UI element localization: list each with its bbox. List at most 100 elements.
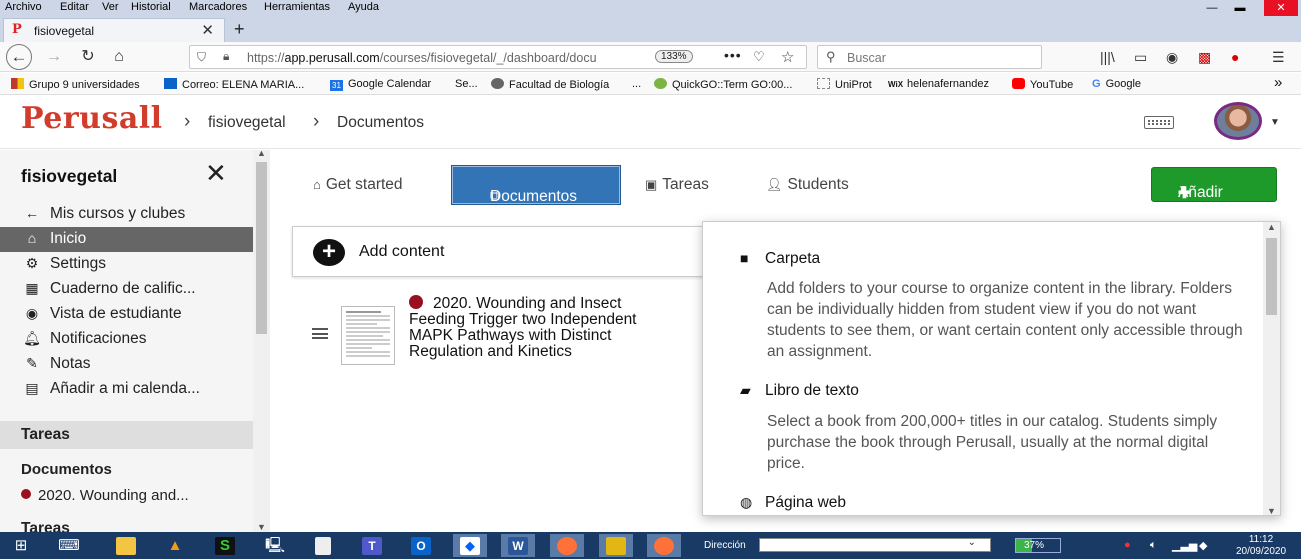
bookmark-youtube[interactable]: YouTube — [1012, 78, 1073, 91]
menu-ayuda[interactable]: Ayuda — [348, 1, 379, 13]
bookmark-se[interactable]: Se... — [455, 78, 478, 90]
maximize-button[interactable]: ▬ — [1226, 0, 1254, 16]
add-button[interactable]: ✚ Añadir ▼ — [1151, 167, 1277, 202]
forward-button[interactable]: → — [42, 45, 66, 69]
sidebar-item-inicio[interactable]: ⌂ Inicio — [0, 227, 253, 252]
new-tab-button[interactable]: + — [234, 19, 245, 40]
bookmark-ellipsis[interactable]: ... — [632, 78, 641, 90]
address-input[interactable]: ⌄ — [759, 537, 991, 552]
add-content-box[interactable]: + Add content — [292, 226, 712, 277]
outlook-icon[interactable]: O — [404, 534, 438, 557]
sidebar-document-link[interactable]: 2020. Wounding and... — [21, 487, 189, 504]
sidebar-item-settings[interactable]: ⚙ Settings — [0, 252, 253, 277]
library-icon[interactable]: |||\ — [1100, 49, 1115, 65]
zoom-indicator[interactable]: 133% — [655, 50, 693, 63]
sidebar-item-mis-cursos[interactable]: ← Mis cursos y clubes — [0, 202, 253, 227]
bookmark-quickgo[interactable]: QuickGO::Term GO:00... — [654, 78, 792, 91]
home-button[interactable]: ⌂ — [107, 45, 131, 69]
keyboard-icon[interactable]: ⌨ — [52, 534, 86, 557]
volume-icon[interactable]: 🔈︎ — [1150, 539, 1157, 552]
menu-marcadores[interactable]: Marcadores — [189, 1, 247, 13]
drag-handle-icon[interactable] — [312, 328, 328, 339]
dropdown-scrollbar[interactable]: ▲ ▼ — [1263, 222, 1280, 515]
close-window-button[interactable]: ✕ — [1264, 0, 1298, 16]
sidebar-toggle-icon[interactable]: ▭ — [1134, 49, 1147, 66]
scrollbar-thumb[interactable] — [1266, 238, 1277, 315]
account-icon[interactable]: ◉ — [1166, 49, 1178, 66]
close-sidebar-icon[interactable]: ✕ — [205, 160, 227, 186]
document-icon[interactable] — [306, 534, 340, 557]
chevron-down-icon[interactable]: ⌄ — [968, 537, 976, 548]
bookmarks-overflow-icon[interactable]: » — [1274, 74, 1282, 91]
dropdown-item-carpeta[interactable]: ■ Carpeta — [740, 250, 820, 268]
scrollbar-thumb[interactable] — [256, 162, 267, 334]
document-row[interactable]: 2020. Wounding and Insect Feeding Trigge… — [292, 292, 712, 382]
word-icon[interactable]: W — [501, 534, 535, 557]
battery-indicator[interactable]: 37% — [1015, 538, 1061, 553]
network-computer-icon[interactable]: 🖳 — [258, 534, 292, 557]
tab-documentos[interactable]: ⧉ Documentos — [451, 165, 621, 205]
vlc-icon[interactable]: ▲ — [158, 534, 192, 557]
wifi-signal-icon[interactable]: ▁▃▅ — [1172, 539, 1197, 552]
menu-archivo[interactable]: Archivo — [5, 1, 42, 13]
bookmark-uniprot[interactable]: UniProt — [817, 78, 872, 91]
chevron-down-icon[interactable]: ▼ — [1270, 117, 1280, 128]
sidebar-scrollbar[interactable]: ▲ ▼ — [253, 148, 270, 532]
hamburger-menu-icon[interactable]: ☰ — [1272, 49, 1285, 66]
scroll-up-icon[interactable]: ▲ — [257, 148, 266, 158]
sidebar-item-cuaderno[interactable]: ▦ Cuaderno de calific... — [0, 277, 253, 302]
sidebar-item-notas[interactable]: ✎ Notas — [0, 352, 253, 377]
menu-herramientas[interactable]: Herramientas — [264, 1, 330, 13]
perusall-logo[interactable]: Perusall — [21, 101, 163, 136]
scroll-down-icon[interactable]: ▼ — [257, 522, 266, 532]
trend-micro-icon[interactable]: ● — [1231, 49, 1239, 65]
file-explorer-icon[interactable] — [109, 534, 143, 557]
teams-icon[interactable]: T — [355, 534, 389, 557]
avatar[interactable] — [1214, 102, 1262, 140]
minimize-button[interactable]: — — [1198, 0, 1226, 16]
menu-ver[interactable]: Ver — [102, 1, 119, 13]
bookmark-facultad-biologia[interactable]: Facultad de Biología — [491, 78, 609, 91]
search-bar[interactable]: ⚲ Buscar — [817, 45, 1042, 69]
bookmark-correo[interactable]: Correo: ELENA MARIA... — [164, 78, 304, 91]
lock-icon[interactable]: 🔒︎ — [223, 49, 229, 64]
system-clock[interactable]: 11:12 20/09/2020 — [1226, 534, 1296, 558]
tab-get-started[interactable]: ⌂ Get started — [313, 176, 403, 194]
scroll-down-icon[interactable]: ▼ — [1267, 506, 1276, 515]
bookmark-helenafernandez[interactable]: WiX helenafernandez — [888, 78, 989, 90]
app-s-icon[interactable]: S — [208, 534, 242, 557]
windows-start-icon[interactable]: ⊞ — [4, 534, 38, 557]
dropdown-item-libro[interactable]: ▰ Libro de texto — [740, 382, 859, 400]
tab-students[interactable]: 👤︎ Students — [766, 176, 849, 194]
breadcrumb-course[interactable]: fisiovegetal — [208, 114, 286, 132]
url-bar[interactable]: ⛉ 🔒︎ https://app.perusall.com/courses/fi… — [189, 45, 807, 69]
bookmark-grupo9[interactable]: Grupo 9 universidades — [11, 78, 140, 91]
bookmark-google[interactable]: G Google — [1092, 78, 1141, 90]
security-tray-icon[interactable]: ● — [1124, 539, 1131, 551]
menu-editar[interactable]: Editar — [60, 1, 89, 13]
dropdown-item-pagina-web[interactable]: ◍ Página web — [740, 494, 846, 512]
scroll-up-icon[interactable]: ▲ — [1267, 222, 1276, 232]
bookmark-google-calendar[interactable]: 31 Google Calendar — [330, 78, 431, 91]
dropbox-icon[interactable]: ◆ — [453, 534, 487, 557]
sidebar-item-notificaciones[interactable]: 🔔︎ Notificaciones — [0, 327, 253, 352]
back-button[interactable]: ← — [6, 44, 32, 70]
extension-icon[interactable]: ▩ — [1198, 49, 1211, 66]
document-title[interactable]: 2020. Wounding and Insect Feeding Trigge… — [409, 295, 679, 360]
page-actions-icon[interactable]: ••• — [724, 47, 742, 63]
media-app-icon[interactable] — [599, 534, 633, 557]
sidebar-item-vista-estudiante[interactable]: ◉ Vista de estudiante — [0, 302, 253, 327]
document-thumbnail[interactable] — [341, 306, 395, 365]
reload-button[interactable]: ↻ — [76, 45, 100, 69]
keyboard-shortcuts-icon[interactable] — [1144, 116, 1174, 129]
dropbox-tray-icon[interactable]: ◆ — [1199, 539, 1207, 552]
firefox-icon-2[interactable] — [647, 534, 681, 557]
url-text[interactable]: https://app.perusall.com/courses/fisiove… — [247, 51, 597, 65]
close-tab-icon[interactable]: ✕ — [201, 21, 214, 39]
tab-tareas[interactable]: ▣ Tareas — [645, 176, 709, 194]
pocket-icon[interactable]: ♡ — [753, 49, 765, 65]
firefox-icon[interactable] — [550, 534, 584, 557]
shield-icon[interactable]: ⛉ — [197, 50, 206, 65]
bookmark-star-icon[interactable]: ☆ — [781, 48, 794, 66]
browser-tab[interactable]: P fisiovegetal ✕ — [3, 18, 225, 42]
